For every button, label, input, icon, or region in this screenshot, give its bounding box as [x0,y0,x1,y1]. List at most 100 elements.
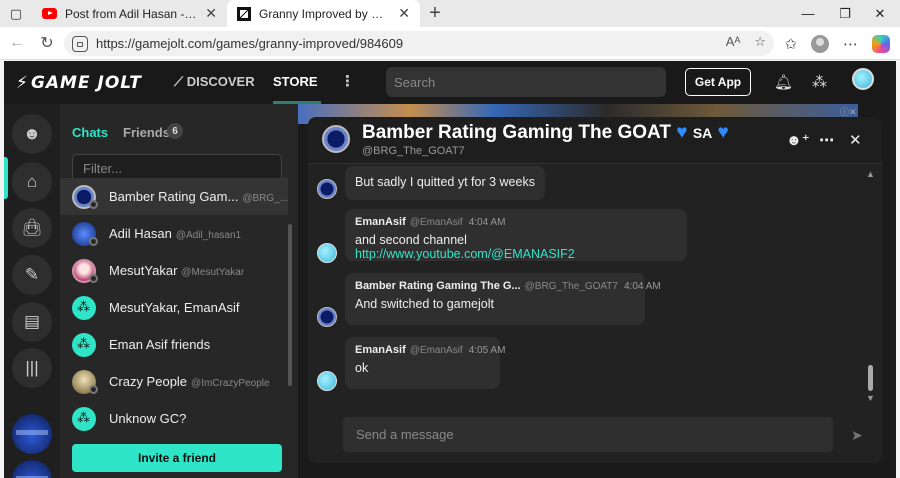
group-chat-icon [72,332,96,357]
chat-item[interactable]: Unknow GC? [60,400,288,437]
friends-icon[interactable]: ⁂ [812,73,827,91]
message-handle: @BRG_The_GOAT7 [524,281,618,292]
message-author[interactable]: EmanAsif [355,344,406,356]
scroll-down-icon[interactable]: ▼ [866,393,875,403]
copilot-icon[interactable] [872,34,890,53]
bolt-icon: ⚡ [16,73,29,93]
offline-status-icon [89,237,98,246]
chat-window-header: Bamber Rating Gaming The GOAT ♥ SA ♥ @BR… [308,117,882,164]
chat-item-label: Unknow GC? [109,411,186,426]
chat-list-scrollbar[interactable] [288,224,292,386]
tab-chats[interactable]: Chats [72,125,108,140]
avatar[interactable] [317,307,337,327]
add-member-icon[interactable]: ☻⁺ [786,131,810,149]
message-text: And switched to gamejolt [355,297,494,311]
close-tab-icon[interactable]: ✕ [205,5,217,22]
notifications-bell-icon[interactable]: 🔔︎ [774,73,793,91]
close-tab-icon[interactable]: ✕ [398,5,410,22]
chat-item[interactable]: MesutYakar, EmanAsif [60,289,288,326]
message-meta: Bamber Rating Gaming The G... @BRG_The_GO… [355,280,661,292]
chat-handle: @ImCrazyPeople [191,378,270,389]
rail-library-icon[interactable]: ||| [12,348,52,388]
chat-item-label: Bamber Rating Gam... @BRG_... [109,189,288,204]
active-rail-indicator [4,157,8,199]
browser-tab-gamejolt[interactable]: Granny Improved by PiggyFanFac ✕ [227,0,420,27]
chat-title-text: Bamber Rating Gaming The GOAT [362,122,671,143]
chat-item[interactable]: Adil Hasan @Adil_hasan1 [60,215,288,252]
back-icon[interactable]: ← [2,34,32,52]
invite-friend-button[interactable]: Invite a friend [72,444,282,472]
message-time: 4:04 AM [623,281,661,292]
nav-store[interactable]: STORE [273,74,318,89]
group-chat-icon [72,295,96,320]
chat-handle: @BRG_The_GOAT7 [362,145,465,157]
chat-item[interactable]: Bamber Rating Gam... @BRG_... [60,178,288,215]
chat-item[interactable]: Eman Asif friends [60,326,288,363]
browser-tab-youtube[interactable]: Post from Adil Hasan - YouTube ✕ [32,0,227,27]
nav-discover[interactable]: ⟋ DISCOVER [174,74,255,90]
logo-text: GAME JOLT [30,73,142,93]
discover-icon: ⟋ [174,74,187,89]
refresh-icon[interactable]: ↻ [32,33,62,53]
tab-title: Granny Improved by PiggyFanFac [259,6,390,21]
message-author[interactable]: EmanAsif [355,216,406,228]
rail-store-icon[interactable]: ⌂ [12,162,52,202]
tab-friends[interactable]: Friends [123,125,170,140]
nav-discover-label: DISCOVER [186,74,255,89]
gamejolt-page: ⚡GAME JOLT ⟋ DISCOVER STORE ⋮ Get App 🔔︎… [4,61,896,478]
rail-community-thumb[interactable] [12,414,52,454]
message-text: ok [355,361,369,375]
avatar[interactable] [317,179,337,199]
url-field[interactable]: https://gamejolt.com/games/granny-improv… [64,31,774,56]
chat-window: Bamber Rating Gaming The GOAT ♥ SA ♥ @BR… [308,117,882,463]
message-input[interactable] [343,417,833,452]
chat-title-suffix: SA [692,125,713,141]
rail-chat-icon[interactable]: ☻ [12,114,52,154]
menu-dots-icon[interactable]: ⋯ [843,35,858,53]
rail-community-thumb[interactable] [12,460,52,478]
blue-heart-icon: ♥ [717,122,729,143]
chat-item[interactable]: Crazy People @ImCrazyPeople [60,363,288,400]
chat-options-icon[interactable]: ⋯ [819,131,834,149]
rail-bag-icon[interactable]: 👜︎ [12,208,52,248]
offline-status-icon [89,274,98,283]
offline-status-icon [89,385,98,394]
site-search-input[interactable] [386,67,666,97]
avatar[interactable] [317,243,337,263]
message-bubble: EmanAsif @EmanAsif 4:05 AM ok [345,337,505,389]
chat-name: MesutYakar [109,263,178,278]
gamejolt-logo[interactable]: ⚡ GAME JOLT [16,73,142,93]
minimize-icon[interactable]: — [790,0,826,27]
rail-create-icon[interactable]: ✎ [12,255,52,295]
message-author[interactable]: Bamber Rating Gaming The G... [355,280,521,292]
profile-icon[interactable] [811,34,829,53]
chat-item[interactable]: MesutYakar @MesutYakar [60,252,288,289]
message-text: But sadly I quitted yt for 3 weeks [355,175,535,189]
more-menu-icon[interactable]: ⋮ [340,72,355,90]
get-app-button[interactable]: Get App [685,68,751,96]
browser-tab-bar: ▢ Post from Adil Hasan - YouTube ✕ Grann… [0,0,900,27]
messages-scrollbar[interactable] [868,365,873,391]
gamejolt-icon [237,6,251,21]
chat-handle: @MesutYakar [181,267,245,278]
favorite-star-icon[interactable]: ☆ [754,34,766,50]
avatar[interactable] [322,125,350,153]
scroll-up-icon[interactable]: ▲ [866,169,875,179]
rail-quests-icon[interactable]: ▤ [12,302,52,342]
blue-heart-icon: ♥ [676,122,688,143]
message-link[interactable]: http://www.youtube.com/@EMANASIF2 [355,247,575,261]
close-chat-icon[interactable]: ✕ [849,131,862,149]
user-avatar[interactable] [852,68,874,90]
message-time: 4:05 AM [468,345,506,356]
avatar[interactable] [317,371,337,391]
new-tab-button[interactable]: + [420,2,450,25]
restore-icon[interactable]: ❐ [827,0,863,27]
chat-name: Unknow GC? [109,411,187,426]
favorites-icon[interactable]: ✩ [784,35,797,53]
close-window-icon[interactable]: ✕ [862,0,898,27]
site-info-icon[interactable] [72,35,88,52]
tab-actions-icon[interactable]: ▢ [0,0,32,27]
read-aloud-icon[interactable]: Aᴬ [726,34,741,50]
send-icon[interactable]: ➤ [851,427,863,444]
chat-name: MesutYakar, EmanAsif [109,300,240,315]
